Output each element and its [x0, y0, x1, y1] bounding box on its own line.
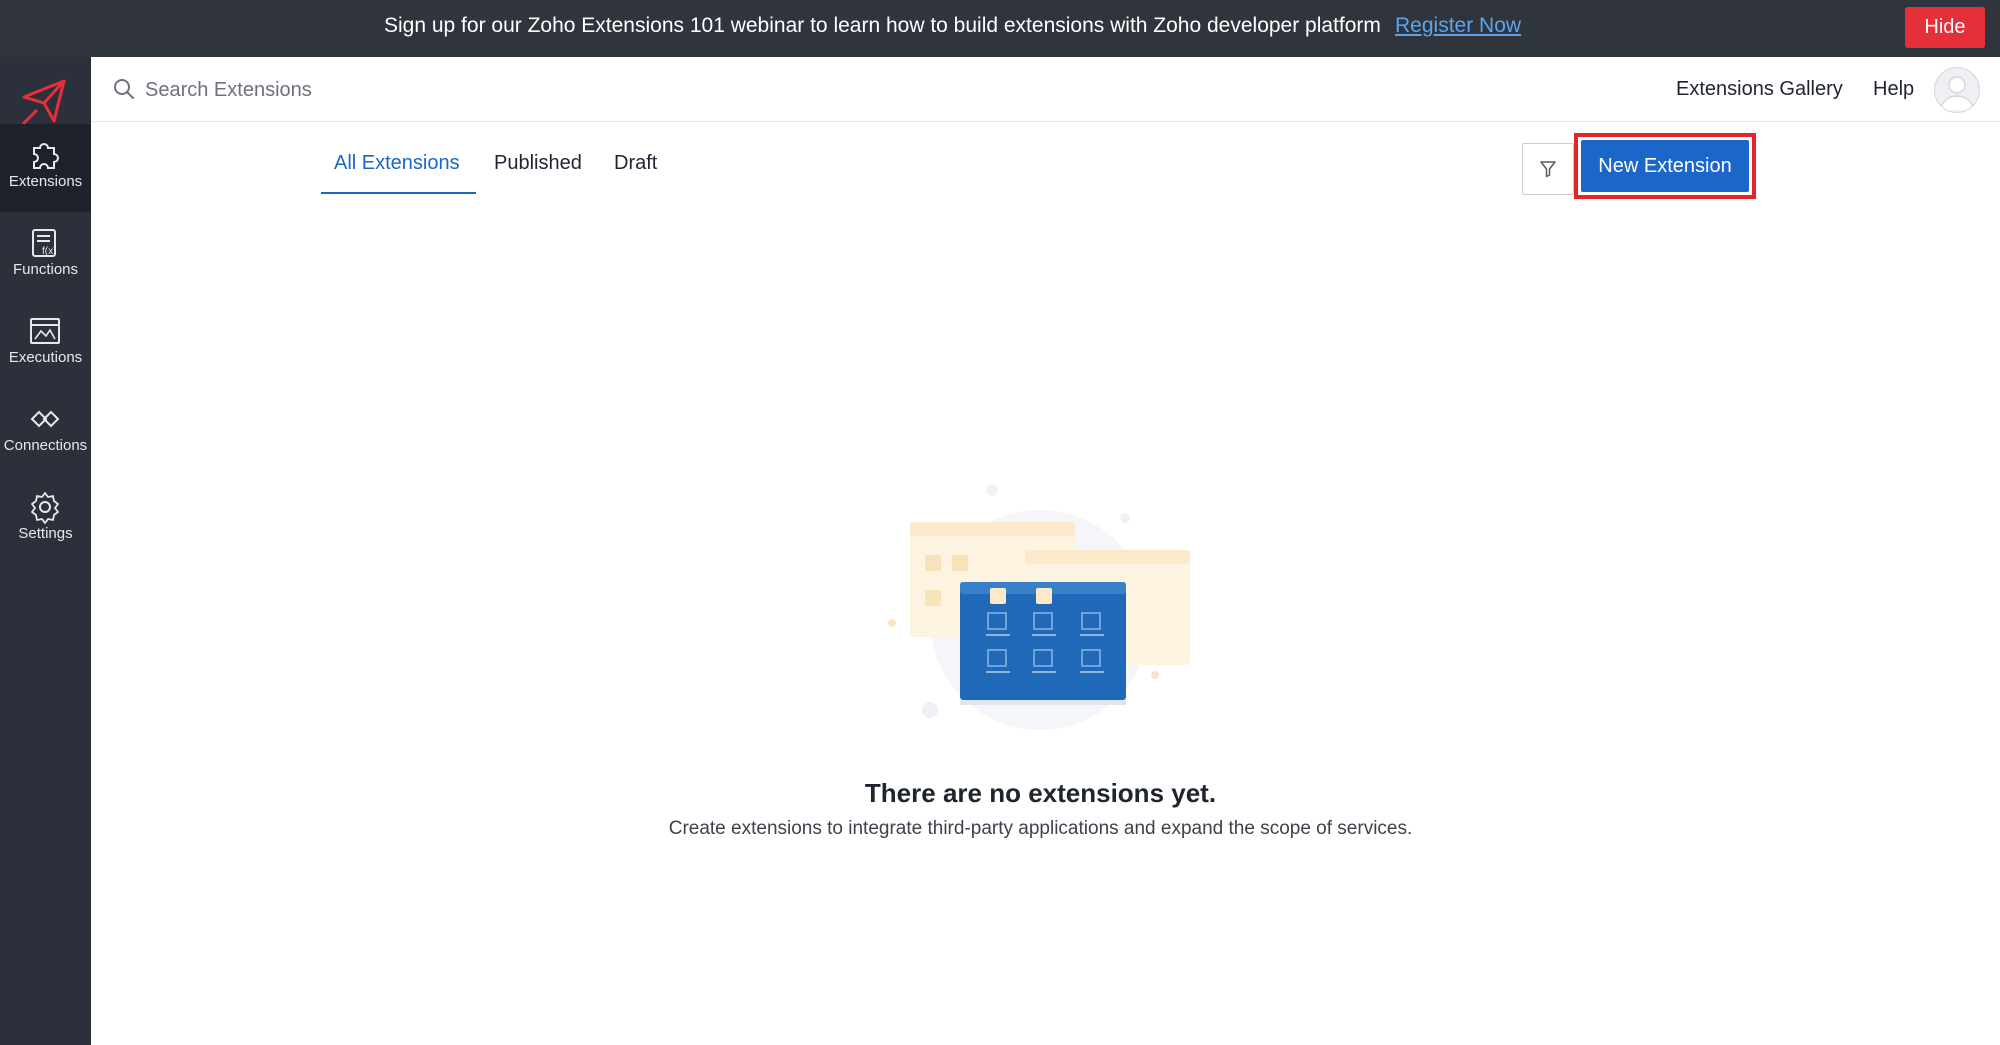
gear-icon [31, 492, 59, 524]
tab-draft[interactable]: Draft [614, 152, 657, 175]
sidebar-item-functions[interactable]: f(x) Functions [0, 212, 91, 300]
help-link[interactable]: Help [1873, 78, 1914, 101]
sidebar-item-label: Functions [12, 261, 79, 278]
function-icon: f(x) [32, 229, 56, 257]
extensions-gallery-link[interactable]: Extensions Gallery [1676, 78, 1843, 101]
hide-banner-button[interactable]: Hide [1905, 7, 1985, 48]
sidebar-item-connections[interactable]: Connections [0, 388, 91, 476]
filter-button[interactable] [1522, 143, 1574, 195]
announcement-banner: Sign up for our Zoho Extensions 101 webi… [0, 0, 2000, 57]
connections-icon [30, 410, 60, 428]
user-avatar-icon [1940, 76, 1974, 111]
sidebar-item-label: Connections [3, 437, 88, 454]
sidebar-item-extensions[interactable]: Extensions [0, 124, 91, 212]
banner-text: Sign up for our Zoho Extensions 101 webi… [384, 14, 1381, 37]
executions-icon [30, 318, 60, 344]
puzzle-icon [33, 143, 59, 169]
search-input[interactable] [143, 71, 747, 109]
sidebar-item-label: Executions [8, 349, 83, 366]
top-header: Extensions Gallery Help [91, 57, 2000, 122]
new-extension-button[interactable]: New Extension [1581, 140, 1749, 192]
svg-text:f(x): f(x) [42, 246, 56, 257]
sidebar-item-label: Settings [18, 525, 73, 542]
tab-published[interactable]: Published [494, 152, 582, 175]
register-now-link[interactable]: Register Now [1395, 14, 1521, 38]
sidebar: Extensions f(x) Functions Executions Con… [0, 57, 91, 1045]
filter-icon [1540, 161, 1556, 178]
avatar[interactable] [1934, 67, 1980, 113]
empty-state-title: There are no extensions yet. [864, 778, 1217, 808]
sidebar-item-executions[interactable]: Executions [0, 300, 91, 388]
empty-state-illustration [888, 484, 1190, 730]
tab-all-extensions[interactable]: All Extensions [334, 152, 460, 175]
search-icon [114, 79, 134, 99]
sidebar-item-settings[interactable]: Settings [0, 476, 91, 564]
active-tab-indicator [321, 192, 476, 194]
empty-state-subtitle: Create extensions to integrate third-par… [668, 818, 1413, 839]
app-logo-icon[interactable] [16, 73, 74, 129]
sidebar-item-label: Extensions [8, 173, 83, 190]
